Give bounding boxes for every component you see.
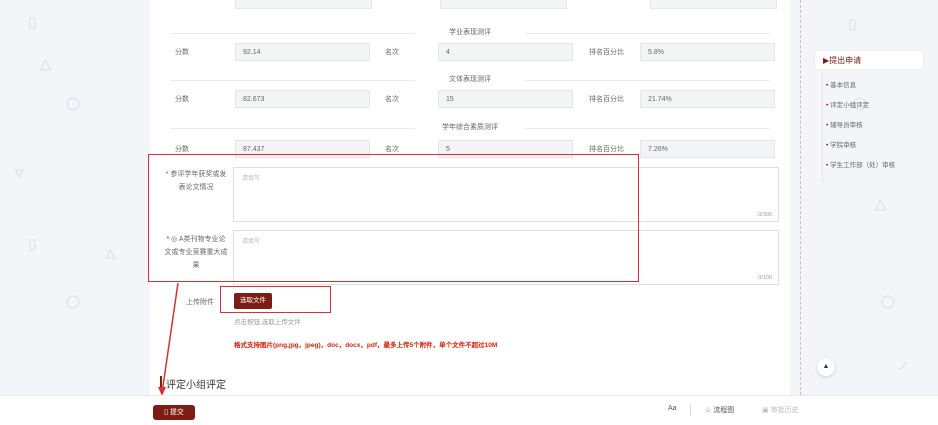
- sidebar-head[interactable]: ▶提出申请: [814, 50, 924, 70]
- submit-icon: ▯: [164, 409, 168, 416]
- divider: [690, 404, 691, 416]
- font-size-button[interactable]: Aa: [668, 405, 677, 412]
- flowchart-label: 流程图: [713, 407, 735, 414]
- submit-label: 提交: [169, 409, 184, 416]
- sidebar-item-basic-info[interactable]: 基本信息: [826, 79, 856, 89]
- history-label: 审批历史: [770, 407, 799, 414]
- history-button[interactable]: ▣ 审批历史: [762, 405, 799, 415]
- submit-button[interactable]: ▯ 提交: [153, 405, 195, 420]
- history-icon: ▣: [762, 407, 769, 414]
- step-sidebar: ▶提出申请 基本信息 评定小组评定 辅导员审核 学院审核 学生工作部（处）审核: [808, 44, 924, 184]
- flowchart-button[interactable]: ♧ 流程图: [705, 405, 734, 415]
- sidebar-item-college[interactable]: 学院审核: [826, 139, 856, 149]
- sidebar-item-counselor[interactable]: 辅导员审核: [826, 119, 863, 129]
- back-to-top-button[interactable]: ▲: [817, 358, 835, 376]
- sidebar-item-student-affairs[interactable]: 学生工作部（处）审核: [826, 159, 895, 169]
- sidebar-line: [822, 72, 823, 182]
- sidebar-item-group-eval[interactable]: 评定小组评定: [826, 99, 869, 109]
- flowchart-icon: ♧: [705, 407, 712, 414]
- annotation-arrow: [158, 282, 179, 396]
